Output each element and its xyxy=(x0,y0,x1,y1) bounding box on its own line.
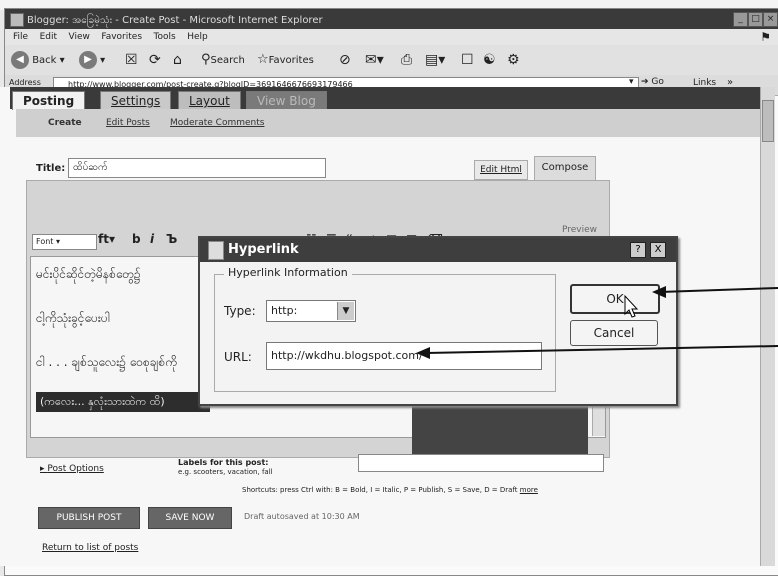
url-annotation-arrow xyxy=(425,345,778,354)
annotation-overlay xyxy=(416,286,778,359)
ok-annotation-arrow xyxy=(659,287,778,293)
url-arrowhead xyxy=(416,347,430,359)
mouse-cursor-icon xyxy=(624,294,639,318)
ok-arrowhead xyxy=(652,286,666,298)
